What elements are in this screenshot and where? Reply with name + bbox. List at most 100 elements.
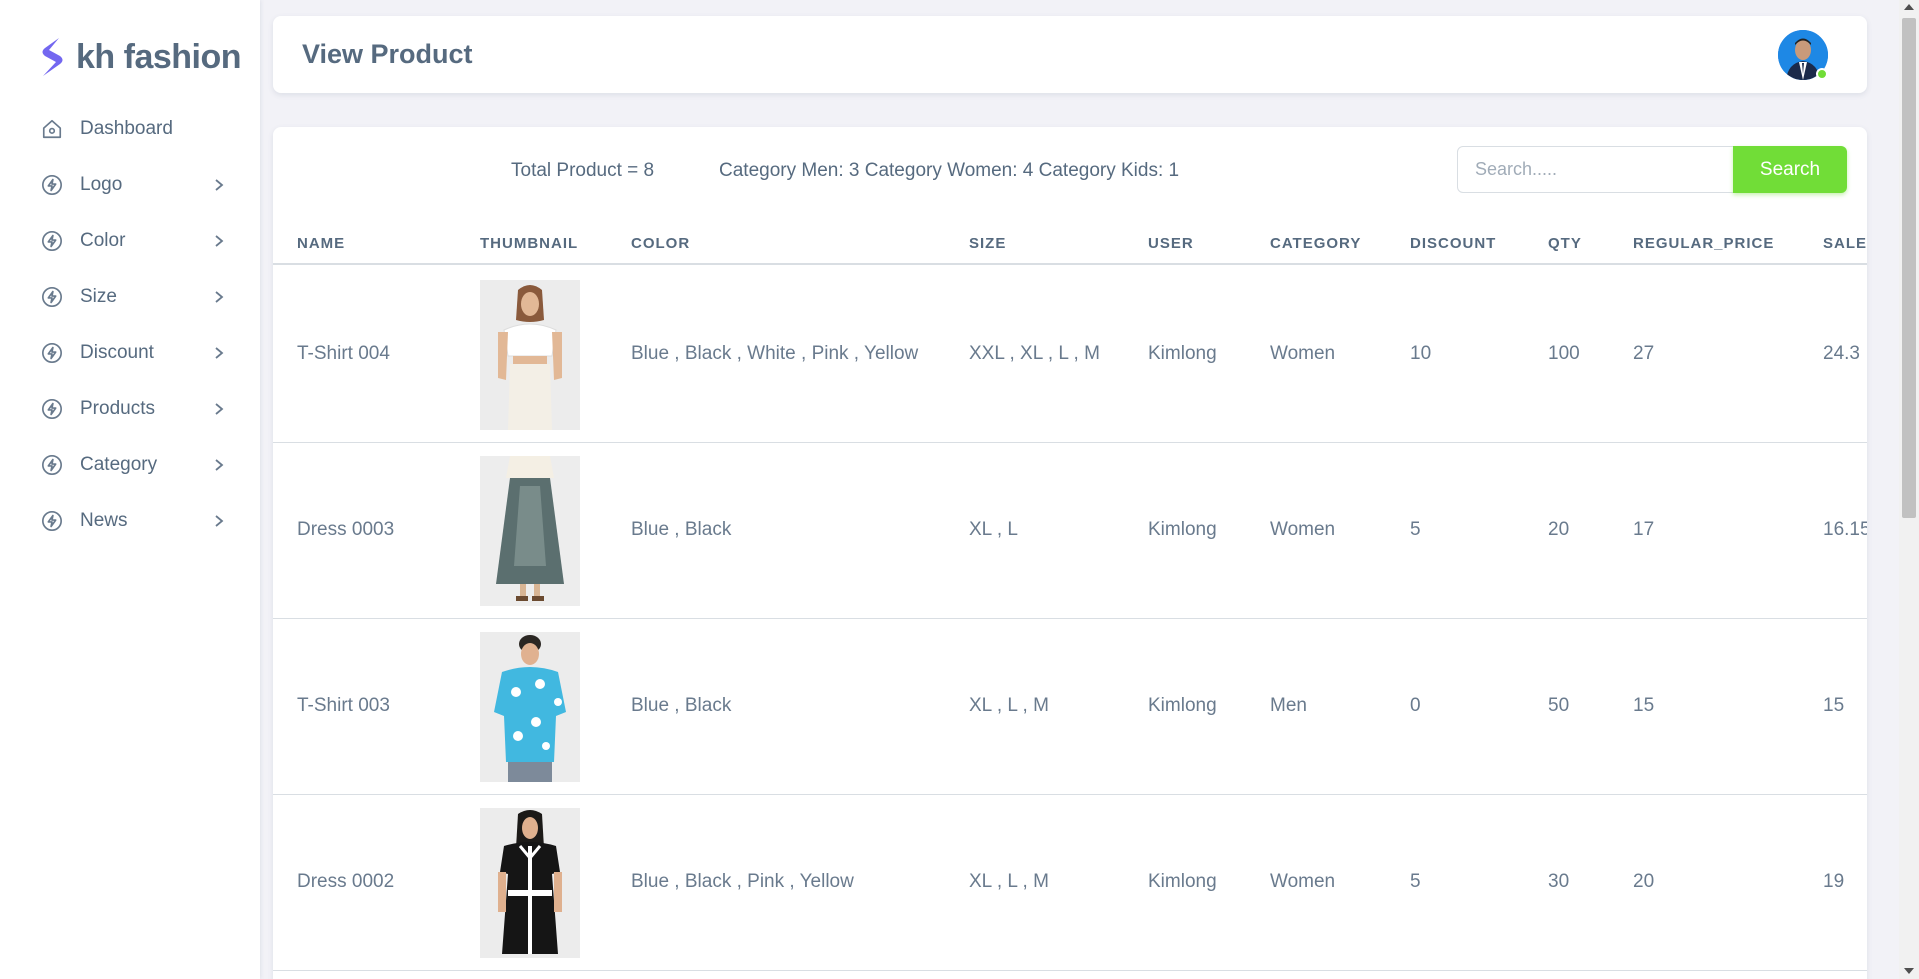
table-header: Name Thumbnail Color Size User Category …: [273, 223, 1867, 265]
scroll-down-arrow-icon[interactable]: [1904, 968, 1914, 974]
sidebar-item-discount[interactable]: Discount: [0, 325, 260, 381]
chevron-right-icon: [210, 175, 228, 195]
product-regular-price: 27: [1633, 343, 1655, 364]
table-row[interactable]: T-Shirt 004 Blue , Black , White , Pink …: [273, 267, 1867, 443]
scroll-up-arrow-icon[interactable]: [1904, 4, 1914, 10]
product-user: Kimlong: [1148, 871, 1217, 892]
product-thumbnail: [480, 456, 580, 606]
bolt-icon: [40, 341, 64, 365]
table-row[interactable]: Dress 0002 Blue , Black , Pink , Yellow …: [273, 795, 1867, 971]
sidebar-item-label: Logo: [80, 174, 123, 195]
product-qty: 50: [1548, 695, 1570, 716]
brand-name: kh fashion: [76, 37, 242, 76]
brand[interactable]: kh fashion: [38, 36, 242, 78]
product-sale-price: 16.15: [1823, 519, 1867, 540]
column-header-discount: Discount: [1410, 235, 1497, 252]
chevron-right-icon: [210, 399, 228, 419]
product-user: Kimlong: [1148, 695, 1217, 716]
bolt-icon: [40, 229, 64, 253]
product-user: Kimlong: [1148, 519, 1217, 540]
product-discount: 10: [1410, 343, 1432, 364]
sidebar: kh fashion Dashboard Logo Color Size Dis…: [0, 0, 260, 979]
online-status-indicator: [1816, 68, 1828, 80]
top-navbar: View Product: [273, 16, 1867, 93]
product-sale-price: 24.3: [1823, 343, 1860, 364]
product-sale-price: 19: [1823, 871, 1845, 892]
product-name: T-Shirt 004: [297, 343, 390, 364]
product-qty: 20: [1548, 519, 1570, 540]
bolt-icon: [40, 173, 64, 197]
product-regular-price: 20: [1633, 871, 1655, 892]
bolt-icon: [40, 285, 64, 309]
product-discount: 0: [1410, 695, 1421, 716]
sidebar-item-label: Size: [80, 286, 117, 307]
column-header-qty: Qty: [1548, 235, 1582, 252]
product-user: Kimlong: [1148, 343, 1217, 364]
product-name: Dress 0002: [297, 871, 395, 892]
column-header-category: Category: [1270, 235, 1362, 252]
search-button[interactable]: Search: [1733, 146, 1847, 193]
product-qty: 100: [1548, 343, 1580, 364]
sidebar-item-label: Discount: [80, 342, 154, 363]
table-row[interactable]: Dress 0003 Blue , Black XL , L Kimlong W…: [273, 443, 1867, 619]
column-header-size: Size: [969, 235, 1007, 252]
product-sizes: XL , L , M: [969, 871, 1049, 892]
product-colors: Blue , Black , White , Pink , Yellow: [631, 343, 919, 364]
product-name: T-Shirt 003: [297, 695, 390, 716]
product-discount: 5: [1410, 519, 1421, 540]
sidebar-item-label: Products: [80, 398, 155, 419]
table-row[interactable]: T-Shirt 003 Blue , Black XL , L , M Kiml…: [273, 619, 1867, 795]
product-qty: 30: [1548, 871, 1570, 892]
sidebar-item-label: Dashboard: [80, 118, 173, 139]
product-category: Women: [1270, 519, 1336, 540]
brand-logo-icon: [42, 38, 63, 76]
sidebar-item-products[interactable]: Products: [0, 381, 260, 437]
product-colors: Blue , Black: [631, 695, 732, 716]
sidebar-item-color[interactable]: Color: [0, 213, 260, 269]
product-colors: Blue , Black , Pink , Yellow: [631, 871, 854, 892]
sidebar-item-label: Category: [80, 454, 158, 475]
sidebar-item-size[interactable]: Size: [0, 269, 260, 325]
column-header-thumbnail: Thumbnail: [480, 235, 579, 252]
product-colors: Blue , Black: [631, 519, 732, 540]
product-regular-price: 17: [1633, 519, 1655, 540]
category-counts: Category Men: 3 Category Women: 4 Catego…: [719, 160, 1180, 181]
product-name: Dress 0003: [297, 519, 395, 540]
sidebar-item-label: News: [80, 510, 128, 531]
product-card: Total Product = 8 Category Men: 3 Catego…: [273, 127, 1867, 979]
column-header-color: Color: [631, 235, 691, 252]
column-header-name: Name: [297, 235, 346, 252]
product-category: Women: [1270, 871, 1336, 892]
bolt-icon: [40, 509, 64, 533]
product-discount: 5: [1410, 871, 1421, 892]
search-input[interactable]: [1457, 146, 1734, 193]
sidebar-item-news[interactable]: News: [0, 493, 260, 549]
product-sizes: XL , L , M: [969, 695, 1049, 716]
product-sizes: XXL , XL , L , M: [969, 343, 1100, 364]
chevron-right-icon: [210, 287, 228, 307]
column-header-regular-price: Regular_price: [1633, 235, 1775, 252]
product-regular-price: 15: [1633, 695, 1655, 716]
sidebar-item-dashboard[interactable]: Dashboard: [0, 101, 260, 157]
sidebar-menu: Dashboard Logo Color Size Discount Produ…: [0, 101, 260, 549]
bolt-icon: [40, 453, 64, 477]
sidebar-item-logo[interactable]: Logo: [0, 157, 260, 213]
home-icon: [40, 117, 64, 141]
product-thumbnail: [480, 632, 580, 782]
product-thumbnail: [480, 808, 580, 958]
product-sale-price: 15: [1823, 695, 1845, 716]
product-sizes: XL , L: [969, 519, 1018, 540]
column-header-user: User: [1148, 235, 1194, 252]
chevron-right-icon: [210, 455, 228, 475]
sidebar-item-category[interactable]: Category: [0, 437, 260, 493]
chevron-right-icon: [210, 343, 228, 363]
product-category: Men: [1270, 695, 1307, 716]
page-title: View Product: [302, 39, 473, 69]
page-scrollbar[interactable]: [1899, 0, 1919, 979]
scrollbar-thumb[interactable]: [1902, 18, 1916, 518]
chevron-right-icon: [210, 511, 228, 531]
column-header-sale: Sale: [1823, 235, 1867, 252]
avatar[interactable]: [1778, 30, 1828, 80]
sidebar-item-label: Color: [80, 230, 126, 251]
bolt-icon: [40, 397, 64, 421]
